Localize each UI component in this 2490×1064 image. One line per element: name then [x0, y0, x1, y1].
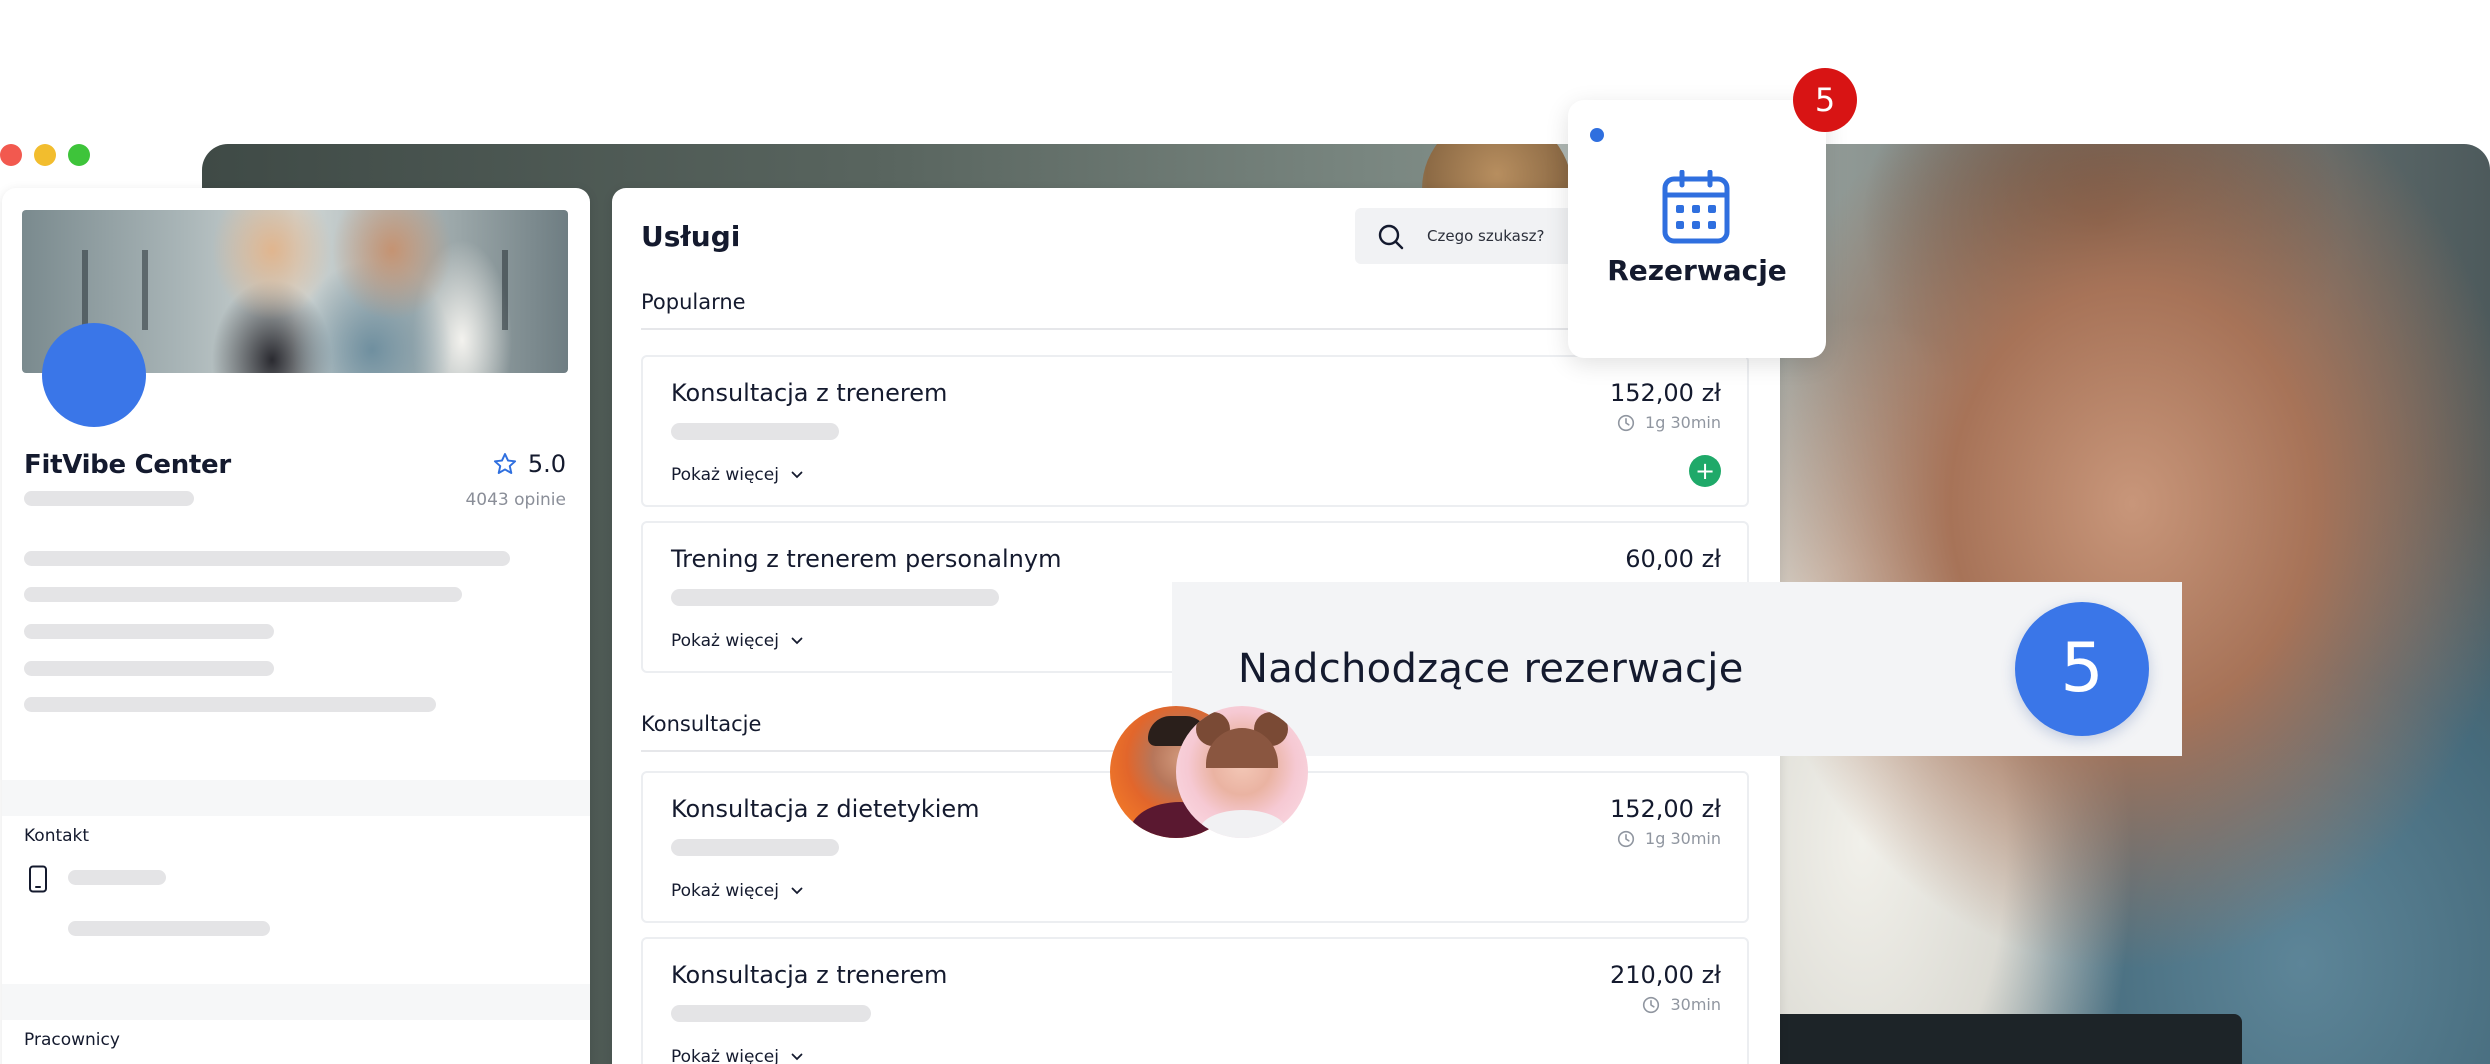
- placeholder-line: [671, 589, 999, 606]
- section-divider: [2, 984, 590, 1020]
- rating-value: 5.0: [527, 450, 566, 478]
- business-profile-panel: FitVibe Center 5.0 4043 opinie Kontakt P…: [2, 188, 590, 1064]
- service-price: 152,00 zł: [1609, 379, 1721, 407]
- placeholder-line: [68, 870, 166, 885]
- show-more-link[interactable]: Pokaż więcej: [671, 465, 803, 485]
- chevron-down-icon: [791, 887, 803, 895]
- service-price: 60,00 zł: [1625, 545, 1721, 573]
- window-maximize-button[interactable]: [68, 144, 90, 166]
- placeholder-line: [24, 551, 510, 566]
- calendar-icon: [1662, 170, 1730, 244]
- clock-icon: [1617, 830, 1635, 847]
- upcoming-title: Nadchodzące rezerwacje: [1238, 646, 1744, 692]
- chevron-down-icon: [791, 471, 803, 479]
- placeholder-line: [671, 1005, 871, 1022]
- placeholder-line: [24, 661, 274, 676]
- service-name: Konsultacja z trenerem: [671, 961, 948, 989]
- chevron-down-icon: [791, 1053, 803, 1061]
- service-price: 210,00 zł: [1609, 961, 1721, 989]
- placeholder-line: [68, 921, 270, 936]
- section-divider: [2, 780, 590, 816]
- placeholder-line: [24, 587, 462, 602]
- show-more-link[interactable]: Pokaż więcej: [671, 631, 803, 651]
- placeholder-line: [24, 491, 194, 506]
- review-count[interactable]: 4043 opinie: [465, 490, 566, 510]
- duration-text: 30min: [1670, 995, 1721, 1014]
- show-more-label: Pokaż więcej: [671, 465, 779, 485]
- service-duration: 1g 30min: [1617, 413, 1721, 432]
- background-screen: [1742, 1014, 2242, 1064]
- show-more-link[interactable]: Pokaż więcej: [671, 1047, 803, 1064]
- placeholder-line: [671, 839, 839, 856]
- client-avatar: [1176, 706, 1308, 838]
- reservations-label: Rezerwacje: [1607, 254, 1787, 287]
- contact-heading: Kontakt: [24, 826, 90, 846]
- service-card[interactable]: Konsultacja z trenerem 152,00 zł 1g 30mi…: [641, 355, 1749, 507]
- upcoming-count: 5: [2015, 602, 2149, 736]
- show-more-label: Pokaż więcej: [671, 881, 779, 901]
- upcoming-reservations-panel[interactable]: Nadchodzące rezerwacje 5: [1172, 582, 2182, 756]
- category-heading: Popularne: [641, 290, 746, 314]
- service-name: Konsultacja z trenerem: [671, 379, 948, 407]
- phone-icon: [29, 865, 47, 893]
- chevron-down-icon: [791, 637, 803, 645]
- business-logo: [42, 323, 146, 427]
- star-icon: [493, 453, 516, 474]
- category-heading: Konsultacje: [641, 712, 762, 736]
- search-icon: [1378, 224, 1404, 250]
- show-more-label: Pokaż więcej: [671, 631, 779, 651]
- services-title: Usługi: [641, 220, 741, 253]
- show-more-link[interactable]: Pokaż więcej: [671, 881, 803, 901]
- service-name: Konsultacja z dietetykiem: [671, 795, 980, 823]
- window-minimize-button[interactable]: [34, 144, 56, 166]
- duration-text: 1g 30min: [1645, 413, 1721, 432]
- service-duration: 30min: [1642, 995, 1721, 1014]
- service-name: Trening z trenerem personalnym: [671, 545, 1062, 573]
- notification-badge: 5: [1793, 68, 1857, 132]
- clock-icon: [1617, 414, 1635, 431]
- service-price: 152,00 zł: [1609, 795, 1721, 823]
- reservations-card[interactable]: Rezerwacje: [1568, 100, 1826, 358]
- business-name: FitVibe Center: [24, 450, 231, 480]
- placeholder-line: [24, 697, 436, 712]
- show-more-label: Pokaż więcej: [671, 1047, 779, 1064]
- placeholder-line: [671, 423, 839, 440]
- service-duration: 1g 30min: [1617, 829, 1721, 848]
- window-close-button[interactable]: [0, 144, 22, 166]
- rating[interactable]: 5.0: [492, 450, 566, 478]
- clock-icon: [1643, 996, 1660, 1013]
- service-card[interactable]: Konsultacja z trenerem 210,00 zł 30min P…: [641, 937, 1749, 1064]
- placeholder-line: [24, 624, 274, 639]
- status-dot: [1590, 128, 1604, 142]
- duration-text: 1g 30min: [1645, 829, 1721, 848]
- staff-heading: Pracownicy: [24, 1030, 120, 1050]
- add-service-button[interactable]: +: [1689, 455, 1721, 487]
